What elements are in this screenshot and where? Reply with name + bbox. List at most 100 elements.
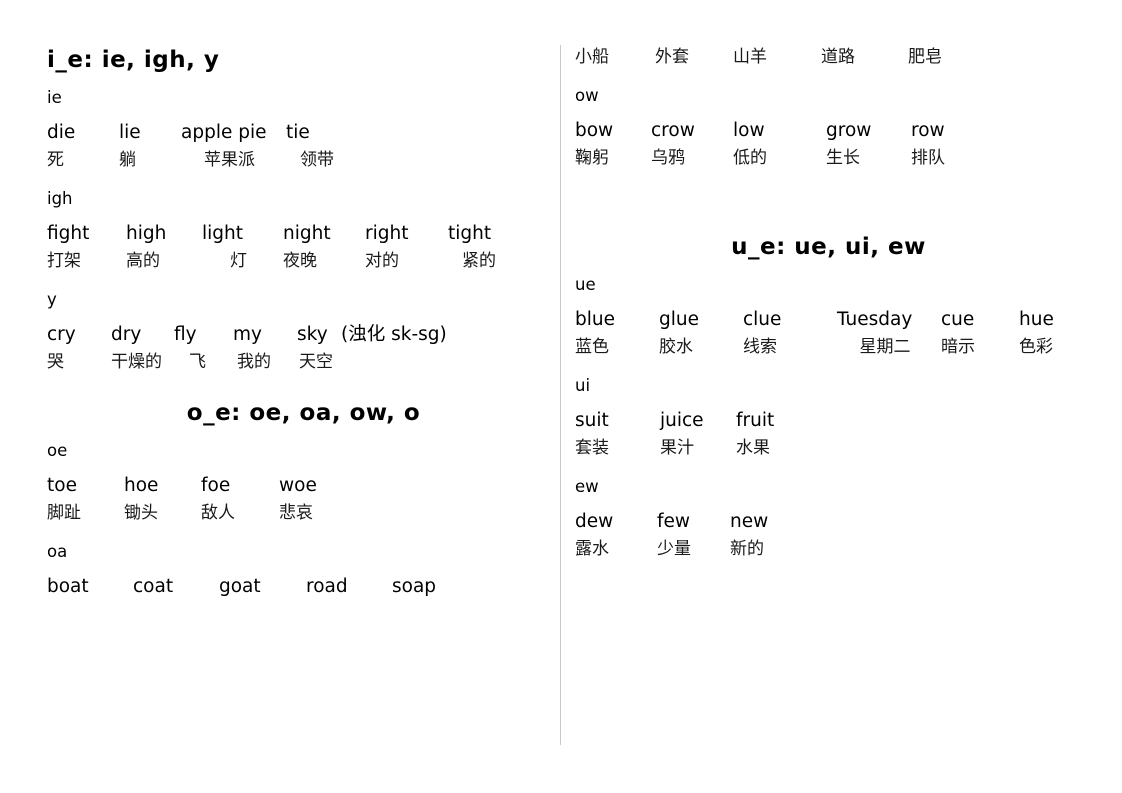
word-row-oe: toe hoe foe woe xyxy=(47,474,560,498)
tag-ew: ew xyxy=(575,477,599,496)
gloss-dew: 露水 xyxy=(575,539,609,559)
gloss-row-ew: 露水 少量 新的 xyxy=(575,537,1122,561)
gloss-hoe: 锄头 xyxy=(124,503,158,523)
gloss-row-ui: 套装 果汁 水果 xyxy=(575,436,1122,460)
word-row-ow: bow crow low grow row xyxy=(575,119,1122,143)
word-goat: goat xyxy=(219,576,261,597)
gloss-fly: 飞 xyxy=(189,352,206,372)
heading-u-e: u_e: ue, ui, ew xyxy=(731,234,926,260)
gloss-new: 新的 xyxy=(730,539,764,559)
word-road: road xyxy=(306,576,348,597)
tag-oa: oa xyxy=(47,542,68,561)
gloss-woe: 悲哀 xyxy=(279,503,313,523)
gloss-row-ue: 蓝色 胶水 线索 星期二 暗示 色彩 xyxy=(575,335,1122,359)
word-apple-pie: apple pie xyxy=(181,122,267,143)
word-soap: soap xyxy=(392,576,437,597)
word-low: low xyxy=(733,120,765,141)
gloss-soap: 肥皂 xyxy=(908,47,942,67)
tag-ue: ue xyxy=(575,275,596,294)
word-dry: dry xyxy=(111,324,142,345)
word-coat: coat xyxy=(133,576,174,597)
word-lie: lie xyxy=(119,122,141,143)
tag-y: y xyxy=(47,290,57,309)
word-few: few xyxy=(657,511,691,532)
gloss-row-y: 哭 干燥的 飞 我的 天空 xyxy=(47,350,560,374)
word-clue: clue xyxy=(743,309,782,330)
gloss-boat: 小船 xyxy=(575,47,609,67)
gloss-hue: 色彩 xyxy=(1019,337,1053,357)
gloss-night: 夜晚 xyxy=(283,251,317,271)
word-fly: fly xyxy=(174,324,197,345)
tag-igh: igh xyxy=(47,189,73,208)
word-right: right xyxy=(365,223,409,244)
tag-oe: oe xyxy=(47,441,68,460)
tag-ow: ow xyxy=(575,86,599,105)
gloss-toe: 脚趾 xyxy=(47,503,81,523)
gloss-lie: 躺 xyxy=(119,150,136,170)
word-suit: suit xyxy=(575,410,609,431)
word-night: night xyxy=(283,223,331,244)
word-high: high xyxy=(126,223,167,244)
word-foe: foe xyxy=(201,475,231,496)
word-tight: tight xyxy=(448,223,492,244)
word-grow: grow xyxy=(826,120,872,141)
word-my: my xyxy=(233,324,262,345)
word-row-igh: fight high light night right tight xyxy=(47,222,560,246)
gloss-bow: 鞠躬 xyxy=(575,148,609,168)
word-light: light xyxy=(202,223,244,244)
gloss-glue: 胶水 xyxy=(659,337,693,357)
word-fight: fight xyxy=(47,223,90,244)
gloss-fruit: 水果 xyxy=(736,438,770,458)
tag-ui: ui xyxy=(575,376,591,395)
gloss-suit: 套装 xyxy=(575,438,609,458)
gloss-crow: 乌鸦 xyxy=(651,148,685,168)
word-die: die xyxy=(47,122,76,143)
word-toe: toe xyxy=(47,475,77,496)
word-woe: woe xyxy=(279,475,317,496)
gloss-row-oa: 小船 外套 山羊 道路 肥皂 xyxy=(575,45,1122,69)
gloss-grow: 生长 xyxy=(826,148,860,168)
gloss-fight: 打架 xyxy=(47,251,81,271)
gloss-dry: 干燥的 xyxy=(111,352,162,372)
heading-i-e: i_e: ie, igh, y xyxy=(47,47,220,73)
gloss-tight: 紧的 xyxy=(462,251,496,271)
gloss-high: 高的 xyxy=(126,251,160,271)
gloss-light: 灯 xyxy=(230,251,247,271)
gloss-goat: 山羊 xyxy=(733,47,767,67)
word-new: new xyxy=(730,511,769,532)
word-cue: cue xyxy=(941,309,975,330)
word-boat: boat xyxy=(47,576,89,597)
word-row-ew: dew few new xyxy=(575,510,1122,534)
gloss-row-ie: 死 躺 苹果派 领带 xyxy=(47,148,560,172)
left-column: i_e: ie, igh, y ie die lie apple pie tie… xyxy=(0,0,560,793)
word-row-ui: suit juice fruit xyxy=(575,409,1122,433)
word-row: row xyxy=(911,120,945,141)
gloss-right: 对的 xyxy=(365,251,399,271)
gloss-sky: 天空 xyxy=(299,352,333,372)
word-glue: glue xyxy=(659,309,699,330)
note-sky-voicing: (浊化 sk-sg) xyxy=(341,324,447,345)
word-row-ie: die lie apple pie tie xyxy=(47,121,560,145)
word-tie: tie xyxy=(286,122,310,143)
word-hoe: hoe xyxy=(124,475,159,496)
word-juice: juice xyxy=(660,410,704,431)
gloss-blue: 蓝色 xyxy=(575,337,609,357)
word-row-ue: blue glue clue Tuesday cue hue xyxy=(575,308,1122,332)
gloss-apple-pie: 苹果派 xyxy=(204,150,255,170)
tag-ie: ie xyxy=(47,88,62,107)
word-tuesday: Tuesday xyxy=(837,309,913,330)
word-dew: dew xyxy=(575,511,614,532)
word-row-oa: boat coat goat road soap xyxy=(47,575,560,599)
gloss-clue: 线索 xyxy=(743,337,777,357)
word-crow: crow xyxy=(651,120,695,141)
gloss-foe: 敌人 xyxy=(201,503,235,523)
gloss-die: 死 xyxy=(47,150,64,170)
gloss-row: 排队 xyxy=(911,148,945,168)
gloss-cry: 哭 xyxy=(47,352,64,372)
word-hue: hue xyxy=(1019,309,1054,330)
worksheet-page: i_e: ie, igh, y ie die lie apple pie tie… xyxy=(0,0,1122,793)
gloss-juice: 果汁 xyxy=(660,438,694,458)
gloss-coat: 外套 xyxy=(655,47,689,67)
gloss-cue: 暗示 xyxy=(941,337,975,357)
